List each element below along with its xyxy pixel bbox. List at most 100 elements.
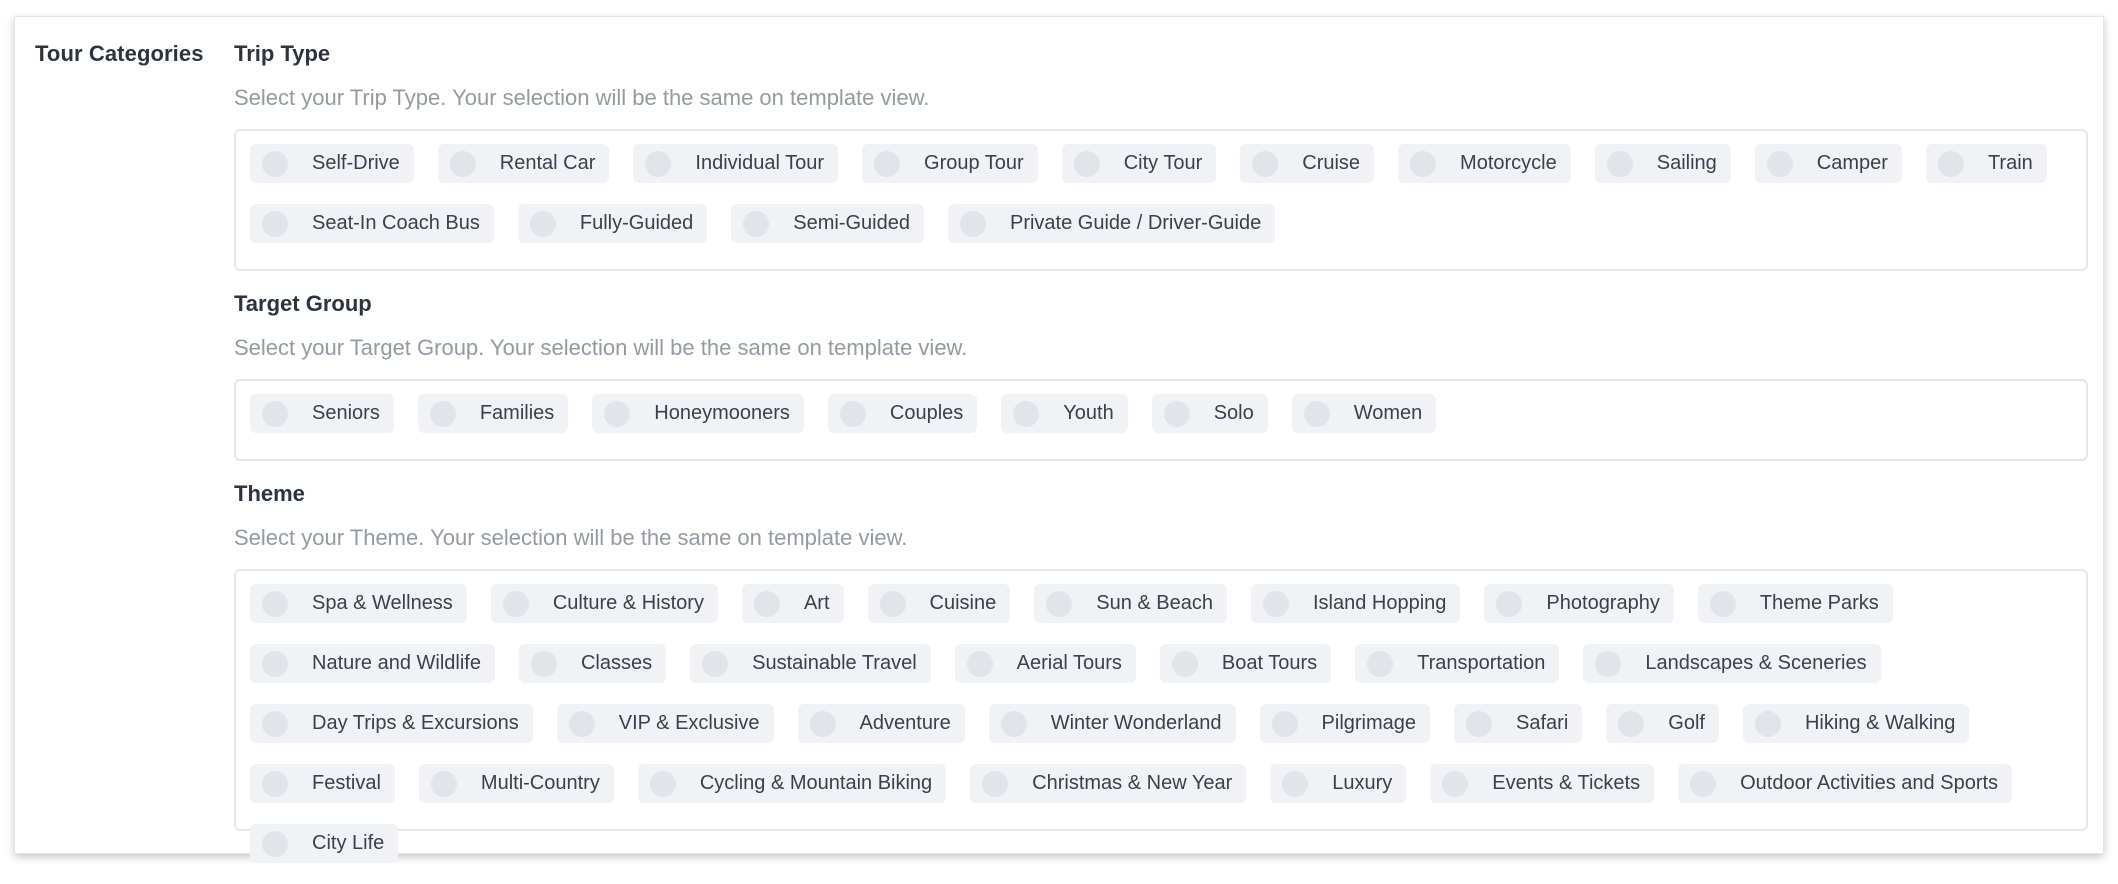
radio-circle-icon[interactable] bbox=[1000, 710, 1027, 737]
radio-circle-icon[interactable] bbox=[604, 400, 631, 427]
option-seniors[interactable]: Seniors bbox=[250, 394, 394, 433]
option-sustainable-travel[interactable]: Sustainable Travel bbox=[690, 644, 931, 683]
option-vip-exclusive[interactable]: VIP & Exclusive bbox=[556, 704, 774, 743]
option-individual-tour[interactable]: Individual Tour bbox=[633, 144, 839, 183]
option-couples[interactable]: Couples bbox=[827, 394, 978, 433]
radio-circle-icon[interactable] bbox=[430, 770, 457, 797]
option-motorcycle[interactable]: Motorcycle bbox=[1398, 144, 1571, 183]
radio-circle-icon[interactable] bbox=[1367, 650, 1394, 677]
radio-circle-icon[interactable] bbox=[262, 150, 288, 177]
option-landscapes-sceneries[interactable]: Landscapes & Sceneries bbox=[1583, 644, 1881, 683]
radio-circle-icon[interactable] bbox=[1303, 400, 1330, 427]
radio-circle-icon[interactable] bbox=[809, 710, 836, 737]
radio-circle-icon[interactable] bbox=[1410, 150, 1437, 177]
radio-circle-icon[interactable] bbox=[502, 590, 529, 617]
radio-circle-icon[interactable] bbox=[262, 650, 288, 677]
radio-circle-icon[interactable] bbox=[429, 400, 456, 427]
option-aerial-tours[interactable]: Aerial Tours bbox=[954, 644, 1136, 683]
option-camper[interactable]: Camper bbox=[1754, 144, 1902, 183]
radio-circle-icon[interactable] bbox=[262, 400, 288, 427]
option-transportation[interactable]: Transportation bbox=[1355, 644, 1560, 683]
option-island-hopping[interactable]: Island Hopping bbox=[1250, 584, 1461, 623]
option-christmas-new-year[interactable]: Christmas & New Year bbox=[970, 764, 1247, 803]
option-photography[interactable]: Photography bbox=[1484, 584, 1674, 623]
radio-circle-icon[interactable] bbox=[1937, 150, 1964, 177]
radio-circle-icon[interactable] bbox=[879, 590, 906, 617]
option-boat-tours[interactable]: Boat Tours bbox=[1159, 644, 1332, 683]
radio-circle-icon[interactable] bbox=[1282, 770, 1309, 797]
radio-circle-icon[interactable] bbox=[966, 650, 993, 677]
radio-circle-icon[interactable] bbox=[649, 770, 676, 797]
radio-circle-icon[interactable] bbox=[262, 210, 288, 237]
option-art[interactable]: Art bbox=[741, 584, 844, 623]
option-cruise[interactable]: Cruise bbox=[1240, 144, 1375, 183]
option-private-guide-driver-guide[interactable]: Private Guide / Driver-Guide bbox=[947, 204, 1276, 243]
radio-circle-icon[interactable] bbox=[1171, 650, 1198, 677]
option-cycling-mountain-biking[interactable]: Cycling & Mountain Biking bbox=[637, 764, 947, 803]
option-theme-parks[interactable]: Theme Parks bbox=[1697, 584, 1893, 623]
radio-circle-icon[interactable] bbox=[262, 590, 288, 617]
option-classes[interactable]: Classes bbox=[518, 644, 667, 683]
option-spa-wellness[interactable]: Spa & Wellness bbox=[250, 584, 467, 623]
radio-circle-icon[interactable] bbox=[1618, 710, 1645, 737]
radio-circle-icon[interactable] bbox=[1766, 150, 1793, 177]
option-semi-guided[interactable]: Semi-Guided bbox=[731, 204, 924, 243]
radio-circle-icon[interactable] bbox=[1163, 400, 1190, 427]
option-golf[interactable]: Golf bbox=[1606, 704, 1719, 743]
option-day-trips-excursions[interactable]: Day Trips & Excursions bbox=[250, 704, 533, 743]
radio-circle-icon[interactable] bbox=[1271, 710, 1298, 737]
option-multi-country[interactable]: Multi-Country bbox=[418, 764, 614, 803]
option-train[interactable]: Train bbox=[1925, 144, 2047, 183]
option-families[interactable]: Families bbox=[417, 394, 569, 433]
radio-circle-icon[interactable] bbox=[743, 210, 770, 237]
option-seat-in-coach-bus[interactable]: Seat-In Coach Bus bbox=[250, 204, 494, 243]
option-events-tickets[interactable]: Events & Tickets bbox=[1430, 764, 1655, 803]
radio-circle-icon[interactable] bbox=[530, 650, 557, 677]
option-city-tour[interactable]: City Tour bbox=[1061, 144, 1217, 183]
radio-circle-icon[interactable] bbox=[839, 400, 866, 427]
option-rental-car[interactable]: Rental Car bbox=[437, 144, 610, 183]
option-self-drive[interactable]: Self-Drive bbox=[250, 144, 414, 183]
radio-circle-icon[interactable] bbox=[529, 210, 556, 237]
option-luxury[interactable]: Luxury bbox=[1270, 764, 1407, 803]
option-sailing[interactable]: Sailing bbox=[1594, 144, 1731, 183]
option-nature-and-wildlife[interactable]: Nature and Wildlife bbox=[250, 644, 495, 683]
radio-circle-icon[interactable] bbox=[1466, 710, 1493, 737]
option-sun-beach[interactable]: Sun & Beach bbox=[1034, 584, 1227, 623]
radio-circle-icon[interactable] bbox=[568, 710, 595, 737]
radio-circle-icon[interactable] bbox=[1595, 650, 1622, 677]
option-culture-history[interactable]: Culture & History bbox=[490, 584, 718, 623]
radio-circle-icon[interactable] bbox=[1252, 150, 1279, 177]
option-honeymooners[interactable]: Honeymooners bbox=[592, 394, 804, 433]
option-women[interactable]: Women bbox=[1291, 394, 1437, 433]
option-safari[interactable]: Safari bbox=[1454, 704, 1583, 743]
radio-circle-icon[interactable] bbox=[1073, 150, 1100, 177]
radio-circle-icon[interactable] bbox=[1709, 590, 1736, 617]
radio-circle-icon[interactable] bbox=[1262, 590, 1289, 617]
radio-circle-icon[interactable] bbox=[1013, 400, 1040, 427]
option-hiking-walking[interactable]: Hiking & Walking bbox=[1742, 704, 1970, 743]
radio-circle-icon[interactable] bbox=[1442, 770, 1469, 797]
option-adventure[interactable]: Adventure bbox=[797, 704, 965, 743]
option-solo[interactable]: Solo bbox=[1151, 394, 1268, 433]
radio-circle-icon[interactable] bbox=[1690, 770, 1717, 797]
option-outdoor-activities-and-sports[interactable]: Outdoor Activities and Sports bbox=[1678, 764, 2013, 803]
radio-circle-icon[interactable] bbox=[645, 150, 672, 177]
radio-circle-icon[interactable] bbox=[449, 150, 476, 177]
radio-circle-icon[interactable] bbox=[1046, 590, 1073, 617]
radio-circle-icon[interactable] bbox=[262, 770, 288, 797]
option-winter-wonderland[interactable]: Winter Wonderland bbox=[988, 704, 1236, 743]
option-city-life[interactable]: City Life bbox=[250, 824, 399, 863]
radio-circle-icon[interactable] bbox=[753, 590, 780, 617]
option-festival[interactable]: Festival bbox=[250, 764, 395, 803]
radio-circle-icon[interactable] bbox=[262, 710, 288, 737]
radio-circle-icon[interactable] bbox=[1754, 710, 1781, 737]
radio-circle-icon[interactable] bbox=[702, 650, 729, 677]
radio-circle-icon[interactable] bbox=[874, 150, 901, 177]
radio-circle-icon[interactable] bbox=[959, 210, 986, 237]
option-pilgrimage[interactable]: Pilgrimage bbox=[1259, 704, 1431, 743]
radio-circle-icon[interactable] bbox=[1606, 150, 1633, 177]
radio-circle-icon[interactable] bbox=[1496, 590, 1523, 617]
option-group-tour[interactable]: Group Tour bbox=[862, 144, 1038, 183]
option-youth[interactable]: Youth bbox=[1001, 394, 1128, 433]
